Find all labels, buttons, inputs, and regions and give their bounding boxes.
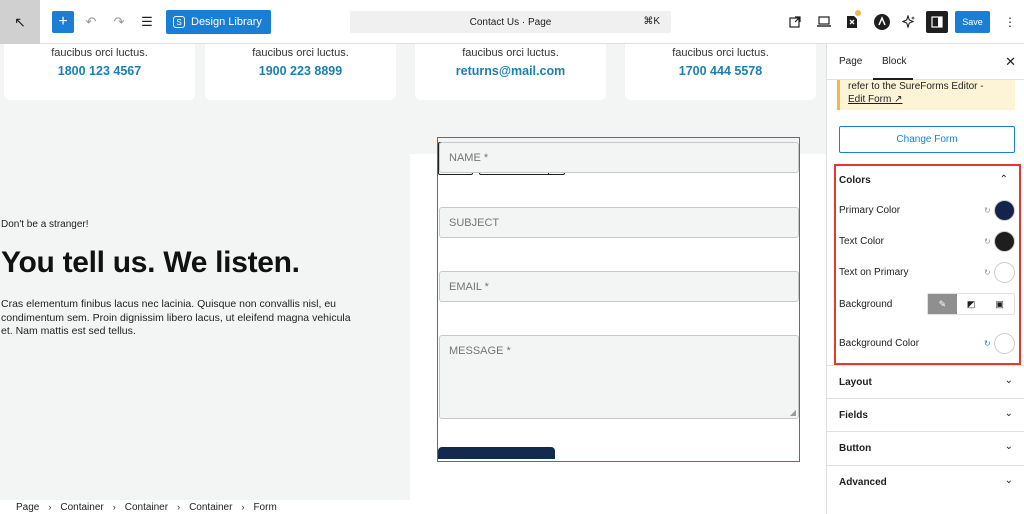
design-library-icon: S (173, 16, 185, 28)
breadcrumb: Page › Container › Container › Container… (0, 500, 826, 514)
chevron-right-icon: › (241, 502, 245, 512)
contact-card[interactable]: faucibus orci luctus. 1800 123 4567 (4, 44, 195, 100)
contact-card-value: returns@mail.com (455, 64, 566, 78)
breadcrumb-item[interactable]: Container (125, 502, 168, 513)
chevron-up-icon[interactable]: ⌃ (1000, 174, 1008, 185)
chevron-down-icon: ⌄ (1004, 441, 1013, 452)
sureforms-notice: refer to the SureForms Editor - Edit For… (837, 80, 1015, 110)
contact-card-value: 1800 123 4567 (57, 64, 142, 78)
primary-color-label: Primary Color (839, 205, 901, 216)
design-library-label: Design Library (191, 16, 262, 28)
background-label: Background (839, 299, 893, 310)
breadcrumb-item[interactable]: Container (189, 502, 232, 513)
contact-card[interactable]: faucibus orci luctus. 1900 223 8899 (205, 44, 396, 100)
reset-icon[interactable]: ↻ (984, 237, 991, 246)
hero-paragraph[interactable]: Cras elementum finibus lacus nec lacinia… (1, 298, 351, 339)
background-color-label: Background Color (839, 338, 920, 349)
redo-icon[interactable]: ↷ (110, 11, 128, 33)
contact-card-value: 1900 223 8899 (258, 64, 343, 78)
options-menu-icon[interactable]: ⋮ (1003, 11, 1017, 33)
save-button[interactable]: Save (955, 11, 990, 33)
change-form-button[interactable]: Change Form (839, 126, 1015, 153)
chevron-right-icon: › (48, 502, 52, 512)
contact-card[interactable]: faucibus orci luctus. 1700 444 5578 (625, 44, 816, 100)
reset-icon[interactable]: ↻ (984, 268, 991, 277)
contact-card-text: faucibus orci luctus. (51, 47, 148, 59)
chevron-right-icon: › (177, 502, 181, 512)
panel-fields[interactable]: Fields ⌄ (827, 398, 1024, 431)
panel-label: Fields (839, 410, 868, 421)
editor-toolbar: ↖ + ↶ ↷ ☰ S Design Library Contact Us · … (0, 0, 1024, 44)
breadcrumb-item[interactable]: Page (16, 502, 39, 513)
edit-form-link[interactable]: Edit Form ↗ (848, 93, 1015, 106)
panel-layout[interactable]: Layout ⌄ (827, 365, 1024, 398)
brush-icon[interactable]: ✎ (928, 294, 957, 314)
notice-text: refer to the SureForms Editor - (848, 81, 984, 92)
command-shortcut: ⌘K (643, 16, 660, 27)
contact-card[interactable]: faucibus orci luctus. returns@mail.com (415, 44, 606, 100)
add-block-button[interactable]: + (52, 11, 74, 33)
panel-advanced[interactable]: Advanced ⌄ (827, 465, 1024, 498)
background-color-swatch[interactable] (994, 333, 1015, 354)
gradient-icon[interactable]: ◩ (957, 294, 986, 314)
tab-block[interactable]: Block (882, 56, 906, 67)
subject-field[interactable]: SUBJECT (439, 207, 799, 238)
close-icon[interactable]: ✕ (1005, 54, 1016, 70)
name-field[interactable]: NAME * (439, 142, 799, 173)
panel-label: Layout (839, 377, 872, 388)
reset-icon[interactable]: ↻ (984, 339, 991, 348)
breadcrumb-item[interactable]: Container (60, 502, 103, 513)
panel-label: Advanced (839, 477, 887, 488)
text-color-label: Text Color (839, 236, 885, 247)
undo-icon[interactable]: ↶ (82, 11, 100, 33)
primary-color-swatch[interactable] (994, 200, 1015, 221)
design-library-button[interactable]: S Design Library (166, 10, 271, 34)
colors-highlight-box (834, 164, 1021, 365)
contact-card-text: faucibus orci luctus. (672, 47, 769, 59)
back-arrow-icon[interactable]: ↖ (0, 0, 40, 44)
hero-tagline[interactable]: Don't be a stranger! (1, 219, 89, 230)
preview-device-icon[interactable] (814, 11, 834, 33)
tab-page[interactable]: Page (839, 56, 862, 67)
document-title: Contact Us · Page (469, 16, 552, 28)
panel-label: Button (839, 443, 872, 454)
resize-handle-icon[interactable]: ◢ (790, 408, 796, 417)
settings-sidebar: Page Block ✕ refer to the SureForms Edit… (826, 44, 1024, 514)
text-color-swatch[interactable] (994, 231, 1015, 252)
ai-sparkle-icon[interactable] (899, 11, 919, 33)
chevron-down-icon: ⌄ (1004, 475, 1013, 486)
text-on-primary-swatch[interactable] (994, 262, 1015, 283)
sidebar-tabs: Page Block ✕ (827, 44, 1024, 80)
notification-dot (855, 10, 861, 16)
message-placeholder: MESSAGE * (449, 345, 511, 357)
settings-sidebar-icon[interactable] (926, 11, 948, 33)
email-field[interactable]: EMAIL * (439, 271, 799, 302)
chevron-down-icon: ⌄ (1004, 408, 1013, 419)
contact-card-text: faucibus orci luctus. (462, 47, 559, 59)
document-title-bar[interactable]: Contact Us · Page ⌘K (350, 11, 671, 33)
submit-button[interactable] (438, 447, 555, 459)
list-view-icon[interactable]: ☰ (137, 11, 157, 33)
colors-panel-title[interactable]: Colors (839, 175, 871, 186)
contact-card-value: 1700 444 5578 (678, 64, 763, 78)
message-field[interactable]: MESSAGE * ◢ (439, 335, 799, 419)
background-type-toggle: ✎ ◩ ▣ (927, 293, 1015, 315)
breadcrumb-item[interactable]: Form (253, 502, 276, 513)
hero-headline[interactable]: You tell us. We listen. (1, 246, 300, 280)
text-on-primary-label: Text on Primary (839, 267, 909, 278)
view-page-icon[interactable] (785, 11, 805, 33)
contact-card-text: faucibus orci luctus. (252, 47, 349, 59)
chevron-right-icon: › (112, 502, 116, 512)
image-icon[interactable]: ▣ (985, 294, 1014, 314)
panel-button[interactable]: Button ⌄ (827, 431, 1024, 464)
chevron-down-icon: ⌄ (1004, 375, 1013, 386)
reset-icon[interactable]: ↻ (984, 206, 991, 215)
astra-icon[interactable] (872, 11, 892, 33)
